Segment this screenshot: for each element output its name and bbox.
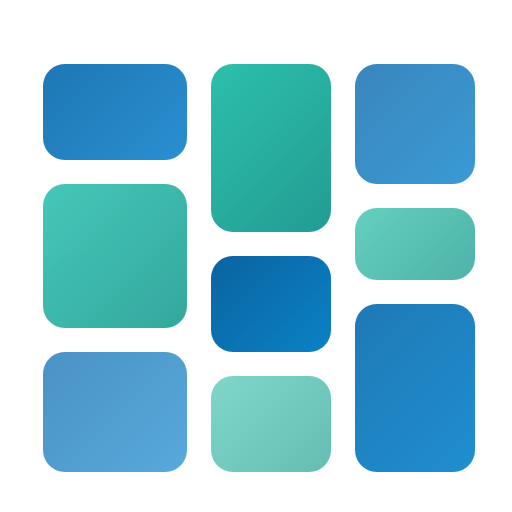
logo-tile-5 [211,256,331,352]
logo-tile-9 [355,304,475,472]
app-logo-mosaic [0,0,512,512]
logo-tile-4 [211,64,331,232]
logo-tile-8 [355,208,475,280]
logo-tile-6 [211,376,331,472]
logo-tile-1 [43,64,187,160]
logo-tile-7 [355,64,475,184]
logo-tile-3 [43,352,187,472]
logo-tile-2 [43,184,187,328]
